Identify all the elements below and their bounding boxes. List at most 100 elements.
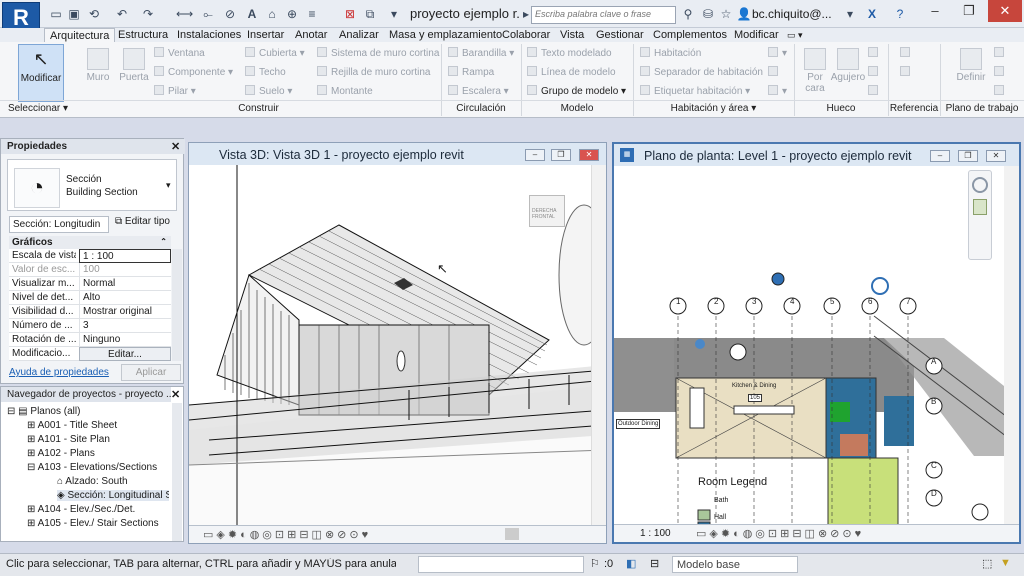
redo-icon[interactable]: ↷ — [140, 6, 156, 22]
tree-item[interactable]: ⊞ A105 - Elev./ Stair Sections — [27, 518, 159, 529]
room-separator-button[interactable]: Separador de habitación — [640, 65, 763, 80]
tab-gestionar[interactable]: Gestionar — [591, 28, 649, 43]
modify-button[interactable]: ↖ Modificar — [18, 44, 64, 102]
dormer-opening-button[interactable] — [868, 84, 882, 99]
tab-arquitectura[interactable]: Arquitectura — [44, 28, 116, 43]
tree-item[interactable]: ⊞ A001 - Title Sheet — [27, 420, 117, 431]
properties-help-link[interactable]: Ayuda de propiedades — [9, 367, 109, 378]
steering-wheel-icon[interactable] — [972, 177, 988, 193]
property-row[interactable]: Visualizar m... Normal — [9, 277, 171, 291]
tag-icon[interactable]: ⊘ — [222, 6, 238, 22]
tree-item[interactable]: ⊞ A104 - Elev./Sec./Det. — [27, 504, 135, 515]
tab-insertar[interactable]: Insertar — [242, 28, 289, 43]
vertical-opening-button[interactable] — [868, 65, 882, 80]
mullion-button[interactable]: Montante — [317, 84, 373, 99]
dimension-icon[interactable]: ⟜ — [200, 6, 216, 22]
3d-vertical-scrollbar[interactable] — [591, 165, 606, 525]
ceiling-button[interactable]: Techo — [245, 65, 286, 80]
tab-instalaciones[interactable]: Instalaciones — [172, 28, 246, 43]
3d-view-icon[interactable]: ⌂ — [264, 6, 280, 22]
thin-lines-icon[interactable]: ≡ — [304, 6, 320, 22]
tab-estructura[interactable]: Estructura — [113, 28, 173, 43]
area-boundary-button[interactable] — [768, 65, 782, 80]
tab-anotar[interactable]: Anotar — [290, 28, 332, 43]
close-window-button[interactable]: ✕ — [988, 0, 1022, 22]
text-icon[interactable]: A — [244, 6, 260, 22]
view-cube[interactable]: DERECHA FRONTAL — [529, 195, 565, 227]
tab-modificar[interactable]: Modificar — [729, 28, 784, 43]
edit-button[interactable]: Editar... — [79, 347, 171, 361]
tree-item[interactable]: ⊟ ▤ Planos (all) — [7, 406, 80, 417]
sync-icon[interactable]: ⟲ — [86, 6, 102, 22]
browser-scrollbar[interactable] — [172, 403, 182, 541]
exchange-icon[interactable]: X — [864, 6, 880, 22]
filter-icon[interactable]: ⚐ — [590, 557, 600, 570]
close-properties-icon[interactable]: ✕ — [171, 140, 180, 153]
view-scale-input[interactable]: 1 : 100 — [79, 249, 171, 263]
tab-masa-emplazamiento[interactable]: Masa y emplazamiento — [384, 28, 507, 43]
wall-opening-button[interactable] — [868, 46, 882, 61]
tab-analizar[interactable]: Analizar — [334, 28, 384, 43]
plan-view-control-icons[interactable]: ▭◈✹◐◍◎⊡⊞⊟◫⊗⊘⊙♥ — [696, 527, 864, 540]
by-face-button[interactable]: Por cara — [800, 44, 830, 102]
view-restore-button[interactable]: ❐ — [551, 149, 571, 161]
filter-funnel-icon[interactable]: ▼ — [1000, 557, 1011, 569]
column-button[interactable]: Pilar ▾ — [154, 84, 196, 99]
show-workplane-button[interactable] — [994, 46, 1008, 61]
door-button[interactable]: Puerta — [116, 44, 152, 102]
horizontal-scrollbar-thumb[interactable] — [505, 528, 519, 540]
viewer-button[interactable] — [994, 84, 1008, 99]
floor-button[interactable]: Suelo ▾ — [245, 84, 292, 99]
navigation-bar[interactable] — [968, 170, 992, 260]
measure-icon[interactable]: ⟷ — [176, 6, 193, 22]
plan-scale[interactable]: 1 : 100 — [640, 528, 671, 539]
properties-scrollbar[interactable] — [172, 249, 182, 361]
stair-button[interactable]: Escalera ▾ — [448, 84, 509, 99]
qat-dropdown-icon[interactable]: ▾ — [386, 6, 402, 22]
select-links-icon[interactable]: ⬚ — [982, 557, 992, 570]
view-minimize-button[interactable]: – — [525, 149, 545, 161]
wall-button[interactable]: Muro — [80, 44, 116, 102]
area-button[interactable]: ▾ — [768, 46, 787, 61]
set-workplane-button[interactable]: Definir — [952, 44, 990, 102]
tree-item[interactable]: ⊞ A101 - Site Plan — [27, 434, 110, 445]
panel-habitacion[interactable]: Habitación y área ▾ — [633, 100, 794, 116]
floor-plan-canvas[interactable] — [614, 166, 1019, 528]
type-selector[interactable]: ◔ Sección Building Section ▾ — [7, 159, 177, 211]
ref-plane-button[interactable] — [994, 65, 1008, 80]
apply-button[interactable]: Aplicar — [121, 364, 181, 381]
undo-icon[interactable]: ↶ — [114, 6, 130, 22]
model-group-button[interactable]: Grupo de modelo ▾ — [527, 84, 626, 99]
tree-item[interactable]: ⊟ A103 - Elevations/Sections — [27, 462, 157, 473]
help-icon[interactable]: ? — [892, 6, 908, 22]
design-option-icon[interactable]: ⊟ — [650, 557, 659, 570]
graphics-group-header[interactable]: Gráficos ⌃ — [9, 236, 171, 249]
search-input[interactable]: Escriba palabra clave o frase — [531, 6, 676, 24]
user-icon[interactable]: 👤 — [736, 6, 752, 22]
star-icon[interactable]: ☆ — [718, 6, 734, 22]
instance-filter-dropdown[interactable]: Sección: Longitudin — [9, 216, 109, 233]
view-control-icons[interactable]: ▭◈✹◐◍◎⊡⊞⊟◫⊗⊘⊙♥ — [203, 528, 371, 541]
section-icon[interactable]: ⊕ — [284, 6, 300, 22]
shaft-button[interactable]: Agujero — [830, 44, 866, 102]
view-close-button[interactable]: ✕ — [579, 149, 599, 161]
property-row[interactable]: Escala de vista 1 : 100 — [9, 249, 171, 263]
component-button[interactable]: Componente ▾ — [154, 65, 233, 80]
tab-extra-icon[interactable]: ▭ ▾ — [782, 28, 808, 43]
user-name[interactable]: bc.chiquito@... — [752, 7, 832, 21]
view-3d-window[interactable]: Vista 3D: Vista 3D 1 - proyecto ejemplo … — [188, 142, 607, 544]
tag-area-button[interactable]: ▾ — [768, 84, 787, 99]
property-row[interactable]: Rotación de ... Ninguno — [9, 333, 171, 347]
plan-restore-button[interactable]: ❐ — [958, 150, 978, 162]
railing-button[interactable]: Barandilla ▾ — [448, 46, 514, 61]
property-row[interactable]: Nivel de det... Alto — [9, 291, 171, 305]
close-browser-icon[interactable]: ✕ — [171, 388, 180, 401]
zoom-icon[interactable] — [973, 199, 987, 215]
model-text-button[interactable]: Texto modelado — [527, 46, 612, 61]
restore-window-button[interactable]: ❐ — [952, 0, 986, 22]
property-row[interactable]: Número de ... 3 — [9, 319, 171, 333]
editable-only-icon[interactable]: ◧ — [626, 557, 636, 570]
level-button[interactable] — [900, 46, 914, 61]
binoculars-icon[interactable]: ⚲ — [680, 6, 696, 22]
property-row[interactable]: Visibilidad d... Mostrar original — [9, 305, 171, 319]
